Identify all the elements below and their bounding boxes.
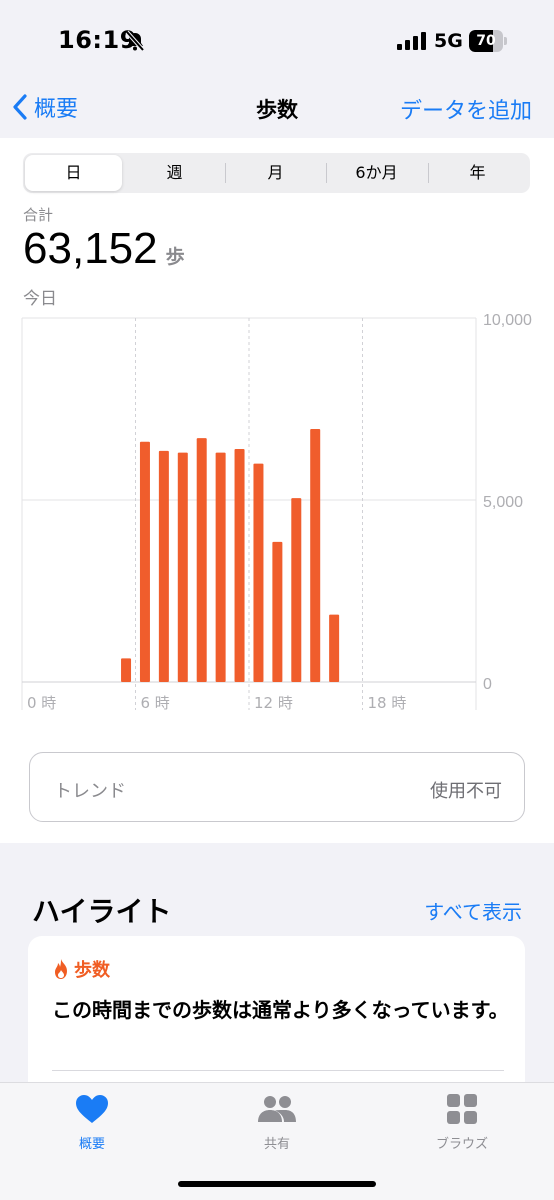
y-tick-label: 5,000	[483, 494, 523, 511]
chart-bar	[139, 441, 150, 682]
steps-bar-chart[interactable]: 10,000 5,000 0 0 時 6 時 12 時 18 時	[0, 138, 554, 728]
highlight-text: この時間までの歩数は通常より多くなっています。	[52, 998, 509, 1022]
cellular-signal-icon	[397, 32, 426, 50]
heart-icon	[76, 1095, 108, 1123]
flame-icon	[55, 959, 67, 979]
network-type: 5G	[434, 30, 463, 52]
highlight-category: 歩数	[52, 956, 110, 982]
tab-summary[interactable]: 概要	[22, 1093, 162, 1152]
chart-bar	[177, 452, 188, 682]
y-tick-label: 10,000	[483, 312, 532, 329]
navigation-bar: 概要 歩数 データを追加	[0, 80, 554, 138]
battery-level: 70	[476, 33, 496, 49]
tab-summary-label: 概要	[78, 1137, 105, 1152]
home-indicator	[178, 1181, 376, 1187]
chart-bar	[329, 614, 340, 682]
highlights-title: ハイライト	[32, 895, 172, 928]
grid-icon	[447, 1094, 477, 1124]
x-tick-label: 12 時	[254, 694, 293, 712]
chart-bar	[196, 438, 207, 682]
chart-bar	[291, 498, 302, 682]
y-tick-label: 0	[483, 676, 492, 693]
chart-bar	[158, 450, 169, 682]
status-bar: 16:19 5G 70	[0, 0, 554, 80]
chart-bar	[310, 429, 321, 682]
steps-chart-card: 日 週 月 6か月 年 合計 63,152 歩 今日 10,000 5,000 0 0…	[0, 138, 554, 843]
trend-label: トレンド	[54, 781, 126, 802]
add-data-button[interactable]: データを追加	[400, 93, 532, 125]
chart-bar	[253, 463, 264, 682]
tab-browse-label: ブラウズ	[435, 1137, 488, 1152]
people-icon	[258, 1096, 296, 1122]
show-all-link[interactable]: すべて表示	[424, 896, 522, 925]
screen: 16:19 5G 70 概要 歩数 データを追加 日 週 月 6か月 年 合計 …	[0, 0, 554, 1200]
tab-sharing-label: 共有	[263, 1137, 290, 1152]
trend-value: 使用不可	[430, 781, 502, 802]
chart-bar	[121, 658, 132, 682]
x-tick-label: 18 時	[368, 694, 407, 712]
x-tick-label: 0 時	[27, 694, 56, 712]
battery-icon: 70	[469, 30, 507, 52]
tab-sharing[interactable]: 共有	[207, 1093, 347, 1152]
chart-bar	[272, 541, 283, 682]
chart-bar	[215, 452, 226, 682]
trend-row[interactable]: トレンド 使用不可	[29, 752, 525, 822]
highlight-category-label: 歩数	[74, 960, 110, 981]
x-tick-label: 6 時	[141, 694, 170, 712]
bell-slash-icon	[125, 30, 145, 52]
tab-browse[interactable]: ブラウズ	[392, 1093, 532, 1152]
divider	[52, 1070, 504, 1071]
chart-bar	[234, 449, 245, 682]
